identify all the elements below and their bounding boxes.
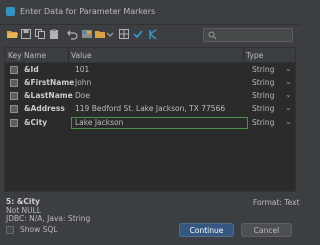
parameter-icon bbox=[10, 79, 18, 87]
parameter-value[interactable]: Lake Jackson bbox=[75, 117, 123, 129]
table-row[interactable]: &LastName Doe String ⌄ bbox=[5, 90, 295, 102]
copy-icon[interactable] bbox=[34, 28, 46, 40]
parameter-value[interactable]: Doe bbox=[75, 90, 90, 102]
table-row[interactable]: &Id 101 String ⌄ bbox=[5, 64, 295, 76]
parameter-value[interactable]: 119 Bedford St. Lake Jackson, TX 77566 bbox=[75, 103, 225, 115]
table-row-selected[interactable]: &City Lake Jackson String ⌄ bbox=[5, 117, 295, 129]
show-sql-checkbox[interactable] bbox=[6, 226, 14, 234]
undo-icon[interactable] bbox=[66, 28, 78, 40]
save-icon[interactable] bbox=[20, 28, 32, 40]
cancel-icon[interactable] bbox=[147, 28, 159, 40]
parameter-icon bbox=[10, 66, 18, 74]
parameters-table: Key Name Value Type &Id 101 String ⌄ &Fi… bbox=[4, 47, 296, 192]
table-header: Key Name Value Type bbox=[5, 48, 295, 63]
show-sql-label: Show SQL bbox=[20, 225, 58, 234]
parameter-value[interactable]: 101 bbox=[75, 64, 89, 76]
open-icon[interactable] bbox=[6, 28, 18, 40]
details-title: 5: &City bbox=[6, 197, 40, 206]
details-format: Format: Text bbox=[253, 198, 300, 207]
column-header-type[interactable]: Type bbox=[246, 51, 263, 60]
search-icon bbox=[208, 31, 217, 40]
parameter-value[interactable]: John bbox=[75, 77, 91, 89]
parameter-name: &Address bbox=[24, 104, 65, 113]
parameter-name: &FirstName bbox=[24, 78, 75, 87]
table-row[interactable]: &Address 119 Bedford St. Lake Jackson, T… bbox=[5, 103, 295, 115]
parameter-name: &City bbox=[24, 118, 48, 127]
parameter-type[interactable]: String bbox=[252, 77, 274, 89]
column-header-value[interactable]: Value bbox=[71, 51, 92, 60]
parameter-icon bbox=[10, 119, 18, 127]
window-title: Enter Data for Parameter Markers bbox=[20, 7, 156, 16]
chevron-down-icon[interactable] bbox=[106, 28, 114, 40]
parameter-name: &LastName bbox=[24, 91, 73, 100]
cancel-button[interactable]: Cancel bbox=[241, 223, 292, 237]
parameter-icon bbox=[10, 92, 18, 100]
chevron-down-icon[interactable]: ⌄ bbox=[285, 77, 292, 86]
chevron-down-icon[interactable]: ⌄ bbox=[285, 117, 292, 126]
app-icon bbox=[6, 7, 15, 16]
parameter-type[interactable]: String bbox=[252, 103, 274, 115]
chevron-down-icon[interactable]: ⌄ bbox=[285, 90, 292, 99]
parameter-name: &Id bbox=[24, 65, 39, 74]
parameter-icon bbox=[10, 105, 18, 113]
title-bar: Enter Data for Parameter Markers bbox=[0, 0, 300, 25]
chevron-down-icon[interactable]: ⌄ bbox=[285, 103, 292, 112]
history-icon[interactable] bbox=[81, 28, 93, 40]
chevron-down-icon[interactable]: ⌄ bbox=[285, 64, 292, 73]
parameter-type[interactable]: String bbox=[252, 117, 274, 129]
paste-icon[interactable] bbox=[48, 28, 60, 40]
column-divider bbox=[68, 48, 69, 62]
column-header-name[interactable]: Name bbox=[24, 51, 46, 60]
check-icon[interactable] bbox=[132, 28, 144, 40]
column-divider bbox=[243, 48, 244, 62]
search-input[interactable] bbox=[203, 28, 293, 42]
continue-button[interactable]: Continue bbox=[179, 223, 234, 237]
details-jdbc: JDBC: N/A, Java: String bbox=[6, 214, 91, 223]
column-header-key[interactable]: Key bbox=[8, 51, 22, 60]
load-icon[interactable] bbox=[94, 28, 106, 40]
grid-icon[interactable] bbox=[118, 28, 130, 40]
parameter-type[interactable]: String bbox=[252, 90, 274, 102]
parameter-type[interactable]: String bbox=[252, 64, 274, 76]
table-row[interactable]: &FirstName John String ⌄ bbox=[5, 77, 295, 89]
